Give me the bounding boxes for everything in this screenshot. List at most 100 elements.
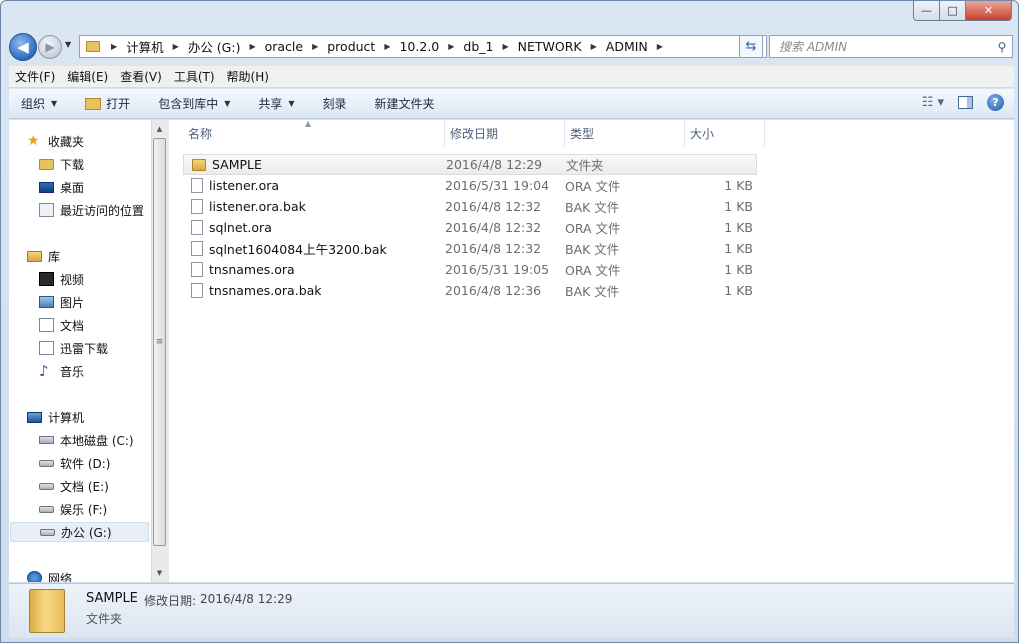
column-header-name[interactable]: 名称 ▲ xyxy=(183,119,445,147)
open-folder-icon xyxy=(85,97,102,110)
scroll-down-icon[interactable]: ▼ xyxy=(152,565,167,581)
nav-scrollbar[interactable]: ▲ ≡ ▼ xyxy=(151,120,167,582)
column-header-size[interactable]: 大小 xyxy=(685,120,765,147)
downloads-folder-icon xyxy=(39,158,54,170)
file-type: BAK 文件 xyxy=(565,284,620,299)
search-icon[interactable]: ⚲ xyxy=(992,40,1012,54)
minimize-button[interactable]: — xyxy=(913,1,940,21)
nav-drive-d[interactable]: 软件 (D:) xyxy=(39,453,110,473)
include-in-library-button[interactable]: 包含到库中 ▼ xyxy=(142,95,242,112)
file-row[interactable]: sqlnet.ora 2016/4/8 12:32 ORA 文件 1 KB xyxy=(183,217,757,238)
file-row[interactable]: sqlnet1604084上午3200.bak 2016/4/8 12:32 B… xyxy=(183,238,757,259)
nav-libraries[interactable]: 库 xyxy=(27,246,60,266)
breadcrumb-computer[interactable]: 计算机 xyxy=(126,37,164,56)
scroll-thumb[interactable]: ≡ xyxy=(153,138,166,546)
address-bar[interactable]: ▶ 计算机 ▶ 办公 (G:) ▶ oracle ▶ product ▶ 10.… xyxy=(79,35,767,58)
help-icon[interactable]: ? xyxy=(987,94,1004,111)
chevron-right-icon[interactable]: ▶ xyxy=(312,42,318,51)
file-name: sqlnet.ora xyxy=(209,220,272,235)
nav-computer[interactable]: 计算机 xyxy=(27,407,84,427)
view-controls: ☷ ▾ ? xyxy=(922,94,1004,111)
open-button[interactable]: 打开 xyxy=(69,95,142,112)
menu-file[interactable]: 文件(F) xyxy=(9,68,61,85)
file-icon xyxy=(191,262,203,277)
nav-recent[interactable]: 最近访问的位置 xyxy=(39,200,144,220)
nav-label: 办公 (G:) xyxy=(61,525,112,540)
file-row[interactable]: tnsnames.ora.bak 2016/4/8 12:36 BAK 文件 1… xyxy=(183,280,757,301)
nav-videos[interactable]: 视频 xyxy=(39,269,84,289)
nav-music[interactable]: ♪ 音乐 xyxy=(39,361,84,381)
nav-drive-e[interactable]: 文档 (E:) xyxy=(39,476,109,496)
breadcrumb-drive-g[interactable]: 办公 (G:) xyxy=(188,37,241,56)
column-label: 名称 xyxy=(188,127,213,141)
nav-desktop[interactable]: 桌面 xyxy=(39,177,84,197)
file-row[interactable]: listener.ora 2016/5/31 19:04 ORA 文件 1 KB xyxy=(183,175,757,196)
menu-help[interactable]: 帮助(H) xyxy=(221,68,275,85)
recent-pages-dropdown[interactable]: ▼ xyxy=(65,40,71,49)
chevron-right-icon[interactable]: ▶ xyxy=(111,42,117,51)
file-icon xyxy=(191,199,203,214)
forward-button[interactable]: ▶ xyxy=(38,35,62,59)
maximize-button[interactable]: □ xyxy=(940,1,966,21)
menu-view[interactable]: 查看(V) xyxy=(114,68,168,85)
burn-button[interactable]: 刻录 xyxy=(307,95,359,112)
breadcrumb-oracle[interactable]: oracle xyxy=(265,39,303,54)
back-button[interactable]: ◀ xyxy=(9,33,37,61)
chevron-right-icon[interactable]: ▶ xyxy=(502,42,508,51)
scroll-up-icon[interactable]: ▲ xyxy=(152,121,167,137)
file-date: 2016/5/31 19:05 xyxy=(445,262,550,277)
video-icon xyxy=(39,272,54,286)
file-size: 1 KB xyxy=(724,262,753,277)
refresh-button[interactable]: ⇆ xyxy=(739,35,763,58)
menu-tools[interactable]: 工具(T) xyxy=(168,68,221,85)
chevron-down-icon: ▼ xyxy=(288,99,295,108)
chevron-down-icon: ▼ xyxy=(51,99,58,108)
file-name: sqlnet1604084上午3200.bak xyxy=(209,242,387,257)
column-header-date[interactable]: 修改日期 xyxy=(445,120,565,147)
file-row[interactable]: tnsnames.ora 2016/5/31 19:05 ORA 文件 1 KB xyxy=(183,259,757,280)
nav-xunlei[interactable]: 迅雷下载 xyxy=(39,338,108,358)
nav-label: 文档 (E:) xyxy=(60,479,109,494)
file-name: SAMPLE xyxy=(212,157,262,172)
nav-drive-f[interactable]: 娱乐 (F:) xyxy=(39,499,107,519)
share-button[interactable]: 共享 ▼ xyxy=(242,95,306,112)
new-folder-button[interactable]: 新建文件夹 xyxy=(359,95,447,112)
preview-pane-icon[interactable] xyxy=(958,96,973,109)
file-type: ORA 文件 xyxy=(565,179,621,194)
nav-label: 最近访问的位置 xyxy=(60,203,145,218)
nav-favorites[interactable]: ★ 收藏夹 xyxy=(27,131,84,151)
file-row[interactable]: listener.ora.bak 2016/4/8 12:32 BAK 文件 1… xyxy=(183,196,757,217)
nav-downloads[interactable]: 下载 xyxy=(39,154,84,174)
chevron-right-icon[interactable]: ▶ xyxy=(591,42,597,51)
organize-button[interactable]: 组织 ▼ xyxy=(9,95,69,112)
nav-label: 下载 xyxy=(60,157,85,172)
nav-documents[interactable]: 文档 xyxy=(39,315,84,335)
file-type: ORA 文件 xyxy=(565,263,621,278)
close-button[interactable]: ✕ xyxy=(966,1,1012,21)
chevron-right-icon[interactable]: ▶ xyxy=(448,42,454,51)
breadcrumb-network[interactable]: NETWORK xyxy=(518,39,582,54)
column-header-type[interactable]: 类型 xyxy=(565,120,685,147)
breadcrumb-version[interactable]: 10.2.0 xyxy=(399,39,439,54)
chevron-right-icon[interactable]: ▶ xyxy=(384,42,390,51)
change-view-icon[interactable]: ☷ ▾ xyxy=(922,95,944,110)
chevron-right-icon[interactable]: ▶ xyxy=(657,42,663,51)
breadcrumb-db1[interactable]: db_1 xyxy=(463,39,493,54)
search-input[interactable]: 搜索 ADMIN ⚲ xyxy=(769,35,1013,58)
organize-label: 组织 xyxy=(21,97,46,111)
menu-edit[interactable]: 编辑(E) xyxy=(61,68,114,85)
nav-network[interactable]: 网络 xyxy=(27,568,72,582)
file-type: ORA 文件 xyxy=(565,221,621,236)
file-row-sample[interactable]: SAMPLE 2016/4/8 12:29 文件夹 xyxy=(183,154,757,175)
breadcrumb-admin[interactable]: ADMIN xyxy=(606,39,648,54)
network-icon xyxy=(27,571,42,582)
breadcrumb-product[interactable]: product xyxy=(327,39,375,54)
nav-pictures[interactable]: 图片 xyxy=(39,292,84,312)
file-date: 2016/4/8 12:32 xyxy=(445,241,542,256)
nav-drive-c[interactable]: 本地磁盘 (C:) xyxy=(39,430,134,450)
nav-drive-g[interactable]: 办公 (G:) xyxy=(10,522,149,542)
chevron-right-icon[interactable]: ▶ xyxy=(249,42,255,51)
chevron-right-icon[interactable]: ▶ xyxy=(173,42,179,51)
nav-label: 音乐 xyxy=(60,364,85,379)
file-date: 2016/4/8 12:32 xyxy=(445,220,542,235)
